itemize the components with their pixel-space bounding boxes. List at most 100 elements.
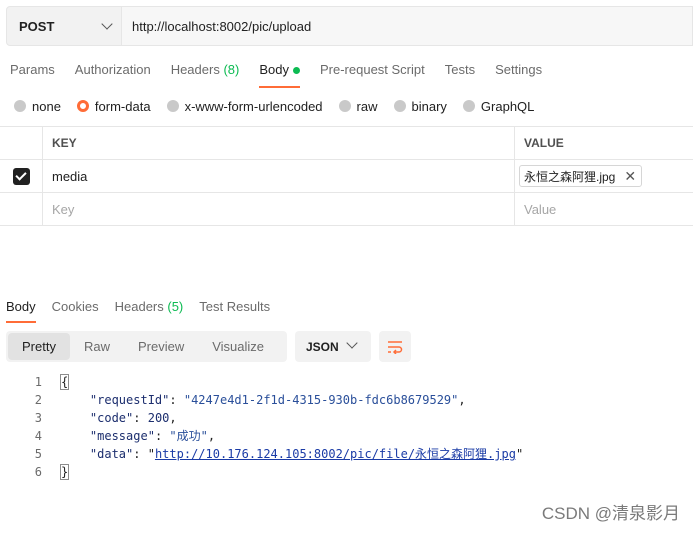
- response-view-switcher: Pretty Raw Preview Visualize: [6, 331, 287, 362]
- line-number: 1: [34, 375, 42, 389]
- body-type-label: none: [32, 98, 61, 114]
- code-line: 5 "data": "http://10.176.124.105:8002/pi…: [0, 445, 523, 463]
- radio-selected-icon: [76, 100, 89, 112]
- code-content: {: [42, 373, 70, 391]
- tab-headers[interactable]: Headers (8): [161, 58, 250, 84]
- body-type-label: raw: [356, 98, 378, 114]
- resp-tab-headers[interactable]: Headers (5): [109, 297, 190, 316]
- body-type-label: GraphQL: [480, 98, 535, 114]
- header-check-cell: [0, 127, 43, 159]
- method-select[interactable]: POST: [6, 6, 122, 46]
- checkbox-checked-icon[interactable]: [12, 167, 30, 185]
- comma: ,: [458, 393, 466, 407]
- view-pretty[interactable]: Pretty: [8, 333, 70, 360]
- line-number: 5: [34, 447, 42, 461]
- code-content: "code": 200,: [89, 411, 177, 425]
- format-label: JSON: [306, 339, 339, 354]
- radio-icon: [393, 100, 406, 112]
- radio-icon: [462, 100, 475, 112]
- resp-tab-headers-label: Headers: [114, 299, 164, 314]
- code-line: 4 "message": "成功",: [0, 427, 523, 445]
- response-tabs: Body Cookies Headers (5) Test Results: [0, 297, 280, 323]
- code-content: "message": "成功",: [89, 429, 216, 443]
- form-data-table: KEY VALUE media 永恒之森阿狸.jpg ✕ Key Value: [0, 126, 693, 226]
- body-type-radio-group: none form-data x-www-form-urlencoded raw…: [14, 96, 550, 116]
- wrap-lines-icon: [388, 340, 403, 354]
- body-type-binary[interactable]: binary: [393, 99, 447, 114]
- close-brace: }: [59, 464, 70, 480]
- code-line: 2 "requestId": "4247e4d1-2f1d-4315-930b-…: [0, 391, 523, 409]
- json-string-value: "成功": [169, 429, 208, 443]
- body-type-none[interactable]: none: [14, 99, 61, 114]
- code-content: "requestId": "4247e4d1-2f1d-4315-930b-fd…: [89, 393, 466, 407]
- open-brace: {: [59, 374, 70, 390]
- line-number: 3: [34, 411, 42, 425]
- body-type-urlencoded[interactable]: x-www-form-urlencoded: [166, 98, 323, 114]
- row-check-cell: [0, 160, 43, 192]
- view-preview[interactable]: Preview: [124, 333, 198, 360]
- file-name: 永恒之森阿狸.jpg: [524, 169, 616, 184]
- row-value-cell: 永恒之森阿狸.jpg ✕: [515, 160, 693, 192]
- comma: ,: [169, 411, 177, 425]
- resp-headers-count: (5): [167, 299, 184, 314]
- json-key: "requestId": [89, 393, 170, 407]
- tab-body-label: Body: [259, 62, 289, 77]
- body-type-form-data[interactable]: form-data: [76, 98, 151, 114]
- tab-body[interactable]: Body: [249, 58, 310, 88]
- radio-icon: [14, 100, 26, 112]
- body-type-label: x-www-form-urlencoded: [184, 98, 323, 114]
- line-number: 6: [34, 465, 42, 479]
- json-key: "data": [89, 447, 134, 461]
- response-body-code: 1 { 2 "requestId": "4247e4d1-2f1d-4315-9…: [0, 373, 523, 481]
- chevron-down-icon: [101, 18, 113, 30]
- tab-tests[interactable]: Tests: [435, 58, 485, 84]
- resp-tab-body[interactable]: Body: [0, 297, 42, 323]
- tab-params-label: Params: [10, 62, 55, 77]
- table-row: media 永恒之森阿狸.jpg ✕: [0, 160, 693, 193]
- line-number: 4: [34, 429, 42, 443]
- new-value-input[interactable]: Value: [515, 193, 693, 225]
- body-active-dot-icon: [292, 67, 300, 75]
- column-header-value: VALUE: [524, 136, 564, 150]
- code-content: }: [42, 463, 70, 481]
- tab-headers-label: Headers: [170, 62, 220, 77]
- code-line: 6 }: [0, 463, 523, 481]
- request-tabs: Params Authorization Headers (8) Body Pr…: [0, 58, 552, 88]
- body-type-raw[interactable]: raw: [338, 98, 378, 114]
- resp-tab-test-results[interactable]: Test Results: [193, 297, 276, 316]
- column-header-key: KEY: [43, 127, 515, 159]
- url-input[interactable]: http://localhost:8002/pic/upload: [122, 6, 693, 46]
- json-string-value: "4247e4d1-2f1d-4315-930b-fdc6b8679529": [183, 393, 459, 407]
- body-type-label: form-data: [94, 98, 151, 114]
- comma: ,: [207, 429, 216, 443]
- code-content: "data": "http://10.176.124.105:8002/pic/…: [89, 447, 524, 461]
- tab-pre-request-script[interactable]: Pre-request Script: [310, 58, 435, 84]
- view-visualize[interactable]: Visualize: [198, 333, 278, 360]
- url-bar: POST http://localhost:8002/pic/upload: [6, 6, 693, 46]
- format-select[interactable]: JSON: [295, 331, 371, 362]
- json-link-value[interactable]: http://10.176.124.105:8002/pic/file/永恒之森…: [155, 447, 516, 461]
- tab-authorization[interactable]: Authorization: [65, 58, 161, 84]
- wrap-lines-button[interactable]: [379, 331, 411, 362]
- tab-settings[interactable]: Settings: [485, 58, 552, 84]
- json-key: "code": [89, 411, 134, 425]
- radio-icon: [338, 100, 351, 112]
- close-icon[interactable]: ✕: [624, 168, 636, 185]
- body-type-graphql[interactable]: GraphQL: [462, 98, 535, 114]
- table-header-row: KEY VALUE: [0, 127, 693, 160]
- tab-tests-label: Tests: [444, 62, 476, 77]
- table-row-new: Key Value: [0, 193, 693, 226]
- row-key-input[interactable]: media: [43, 160, 515, 192]
- json-key: "message": [89, 429, 155, 443]
- new-key-input[interactable]: Key: [43, 193, 515, 225]
- tab-settings-label: Settings: [495, 62, 543, 77]
- headers-count: (8): [223, 62, 240, 77]
- chevron-down-icon: [346, 337, 358, 349]
- code-line: 1 {: [0, 373, 523, 391]
- method-label: POST: [19, 18, 55, 34]
- tab-params[interactable]: Params: [0, 58, 65, 84]
- view-raw[interactable]: Raw: [70, 333, 124, 360]
- resp-tab-cookies[interactable]: Cookies: [46, 297, 105, 316]
- line-number: 2: [34, 393, 42, 407]
- tab-authorization-label: Authorization: [74, 62, 151, 77]
